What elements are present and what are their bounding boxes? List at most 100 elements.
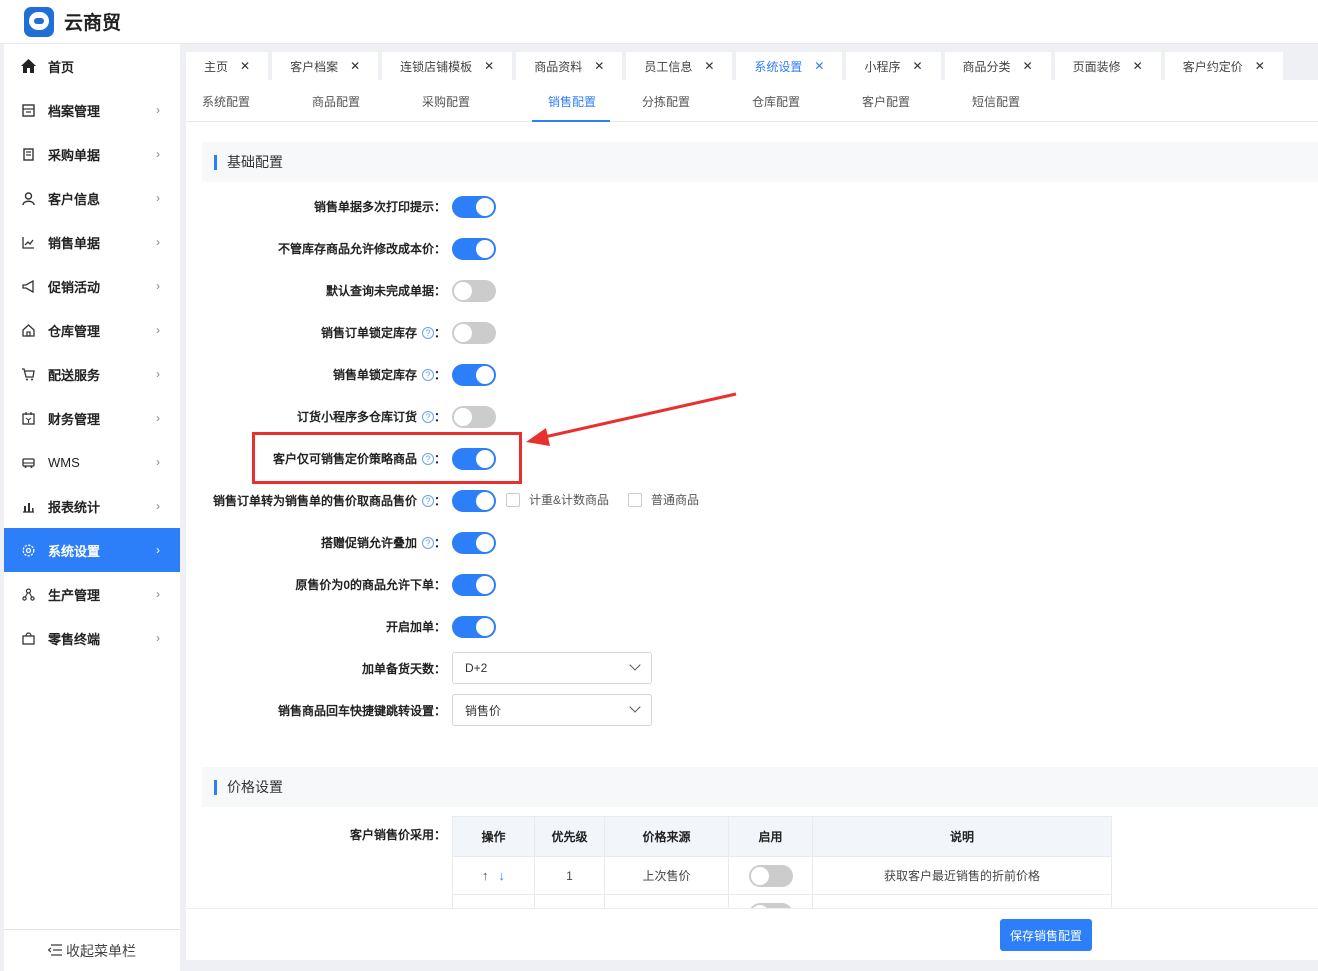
sidebar-item-label: 配送服务 [48,367,101,383]
tab-customer-agreed-price[interactable]: 客户约定价 ✕ [1164,52,1283,80]
sidebar-item-customer[interactable]: 客户信息 › [4,176,180,220]
setting-label-text: 开启加单： [385,620,446,634]
tab-label: 客户约定价 [1182,59,1243,74]
help-icon[interactable]: ? [421,410,434,423]
subtab-sms-config[interactable]: 短信配置 [972,80,1082,122]
stock-days-select[interactable]: D+2 [452,652,652,684]
setting-label: 原售价为0的商品允许下单： [295,576,446,593]
tab-customer-archive[interactable]: 客户档案 ✕ [272,52,379,80]
close-icon[interactable]: ✕ [240,59,250,73]
modify-cost-toggle[interactable] [452,238,496,260]
subtab-label: 短信配置 [972,94,1021,109]
weighted-goods-checkbox[interactable]: 计重&计数商品 [506,491,609,508]
checkbox-label: 计重&计数商品 [529,493,610,507]
gift-promo-stack-toggle[interactable] [452,532,496,554]
setting-label-text: 销售订单锁定库存 [320,326,417,340]
sidebar-item-reports[interactable]: 报表统计 › [4,484,180,528]
setting-label: 销售订单锁定库存?： [320,326,446,340]
enable-add-order-toggle[interactable] [452,616,496,638]
subtab-warehouse-config[interactable]: 仓库配置 [752,80,862,122]
sidebar-item-home[interactable]: 首页 [4,44,180,88]
help-icon[interactable]: ? [421,494,434,507]
chevron-right-icon: › [156,103,160,117]
close-icon[interactable]: ✕ [594,59,604,73]
sidebar-item-label: 财务管理 [48,411,101,427]
tab-home[interactable]: 主页 ✕ [186,52,269,80]
close-icon[interactable]: ✕ [912,59,922,73]
sidebar-item-wms[interactable]: WMS › [4,440,180,484]
checkbox-label: 普通商品 [651,493,700,507]
subtab-purchase-config[interactable]: 采购配置 [422,80,532,122]
close-icon[interactable]: ✕ [1023,59,1033,73]
section-basic-config: 基础配置 [202,142,1318,182]
tab-system-settings[interactable]: 系统设置 ✕ [736,52,843,80]
section-price-config: 价格设置 [202,767,1318,807]
select-value: 销售价 [465,703,502,718]
sidebar-item-purchase[interactable]: 采购单据 › [4,132,180,176]
chart-line-icon [20,234,36,250]
megaphone-icon [20,278,36,294]
page-tabs: 主页 ✕ 客户档案 ✕ 连锁店铺模板 ✕ 商品资料 ✕ 员工信息 ✕ 系统设置 ✕ 小程序 ✕… [186,52,1318,80]
subtab-label: 仓库配置 [752,94,801,109]
subtab-sales-config[interactable]: 销售配置 [532,80,642,122]
tab-chain-store-template[interactable]: 连锁店铺模板 ✕ [382,52,513,80]
tab-employee-info[interactable]: 员工信息 ✕ [626,52,733,80]
tab-product-info[interactable]: 商品资料 ✕ [516,52,623,80]
close-icon[interactable]: ✕ [1255,59,1265,73]
chevron-right-icon: › [156,543,160,557]
chevron-right-icon: › [156,367,160,381]
sidebar-item-retail[interactable]: 零售终端 › [4,616,180,660]
sidebar-item-warehouse[interactable]: 仓库管理 › [4,308,180,352]
setting-label: 订货小程序多仓库订货?： [296,410,446,424]
subtab-customer-config[interactable]: 客户配置 [862,80,972,122]
close-icon[interactable]: ✕ [1133,59,1143,73]
tab-label: 页面装修 [1072,59,1121,74]
chevron-right-icon: › [156,411,160,425]
select-value: D+2 [465,661,488,675]
order-lock-stock-toggle[interactable] [452,322,496,344]
close-icon[interactable]: ✕ [814,59,824,73]
multi-print-toggle[interactable] [452,196,496,218]
enter-shortcut-select[interactable]: 销售价 [452,694,652,726]
help-icon[interactable]: ? [421,536,434,549]
normal-goods-checkbox[interactable]: 普通商品 [628,491,699,508]
priority-cell: 1 [534,856,605,895]
setting-label: 不管库存商品允许修改成本价： [278,240,446,257]
multi-warehouse-order-toggle[interactable] [452,406,496,428]
collapse-menu-button[interactable]: 收起菜单栏 [4,929,180,971]
subtab-sorting-config[interactable]: 分拣配置 [642,80,752,122]
close-icon[interactable]: ✕ [704,59,714,73]
order-price-from-product-toggle[interactable] [452,490,496,512]
sidebar-item-settings[interactable]: 系统设置 › [4,528,180,572]
zero-price-order-toggle[interactable] [452,574,496,596]
sidebar-item-archive[interactable]: 档案管理 › [4,88,180,132]
price-enable-toggle[interactable] [748,864,793,887]
sidebar-item-promotion[interactable]: 促销活动 › [4,264,180,308]
tab-page-decoration[interactable]: 页面装修 ✕ [1054,52,1161,80]
setting-row: 销售订单锁定库存?： [186,320,1318,346]
query-unfinished-toggle[interactable] [452,280,496,302]
tab-product-category[interactable]: 商品分类 ✕ [944,52,1051,80]
sidebar-item-delivery[interactable]: 配送服务 › [4,352,180,396]
save-sales-config-button[interactable]: 保存销售配置 [1000,919,1092,951]
close-icon[interactable]: ✕ [484,59,494,73]
help-icon[interactable]: ? [421,368,434,381]
chevron-right-icon: › [156,455,160,469]
price-source-cell: 上次售价 [604,856,729,895]
arrow-up-icon[interactable]: ↑ [482,868,489,883]
help-icon[interactable]: ? [421,326,434,339]
sidebar-item-sales[interactable]: 销售单据 › [4,220,180,264]
setting-label-text: 销售单锁定库存 [332,368,417,382]
subtab-product-config[interactable]: 商品配置 [312,80,422,122]
menu-collapse-icon [47,943,62,959]
arrow-down-icon[interactable]: ↓ [499,868,506,883]
tab-label: 商品分类 [962,59,1011,74]
sidebar-item-finance[interactable]: 财务管理 › [4,396,180,440]
tab-mini-program[interactable]: 小程序 ✕ [846,52,941,80]
sidebar-item-production[interactable]: 生产管理 › [4,572,180,616]
close-icon[interactable]: ✕ [350,59,360,73]
subtab-system-config[interactable]: 系统配置 [202,80,312,122]
sale-lock-stock-toggle[interactable] [452,364,496,386]
section-title: 基础配置 [227,154,283,170]
settings-subtabs: 系统配置 商品配置 采购配置 销售配置 分拣配置 仓库配置 客户配置 短信配置 [186,80,1318,122]
